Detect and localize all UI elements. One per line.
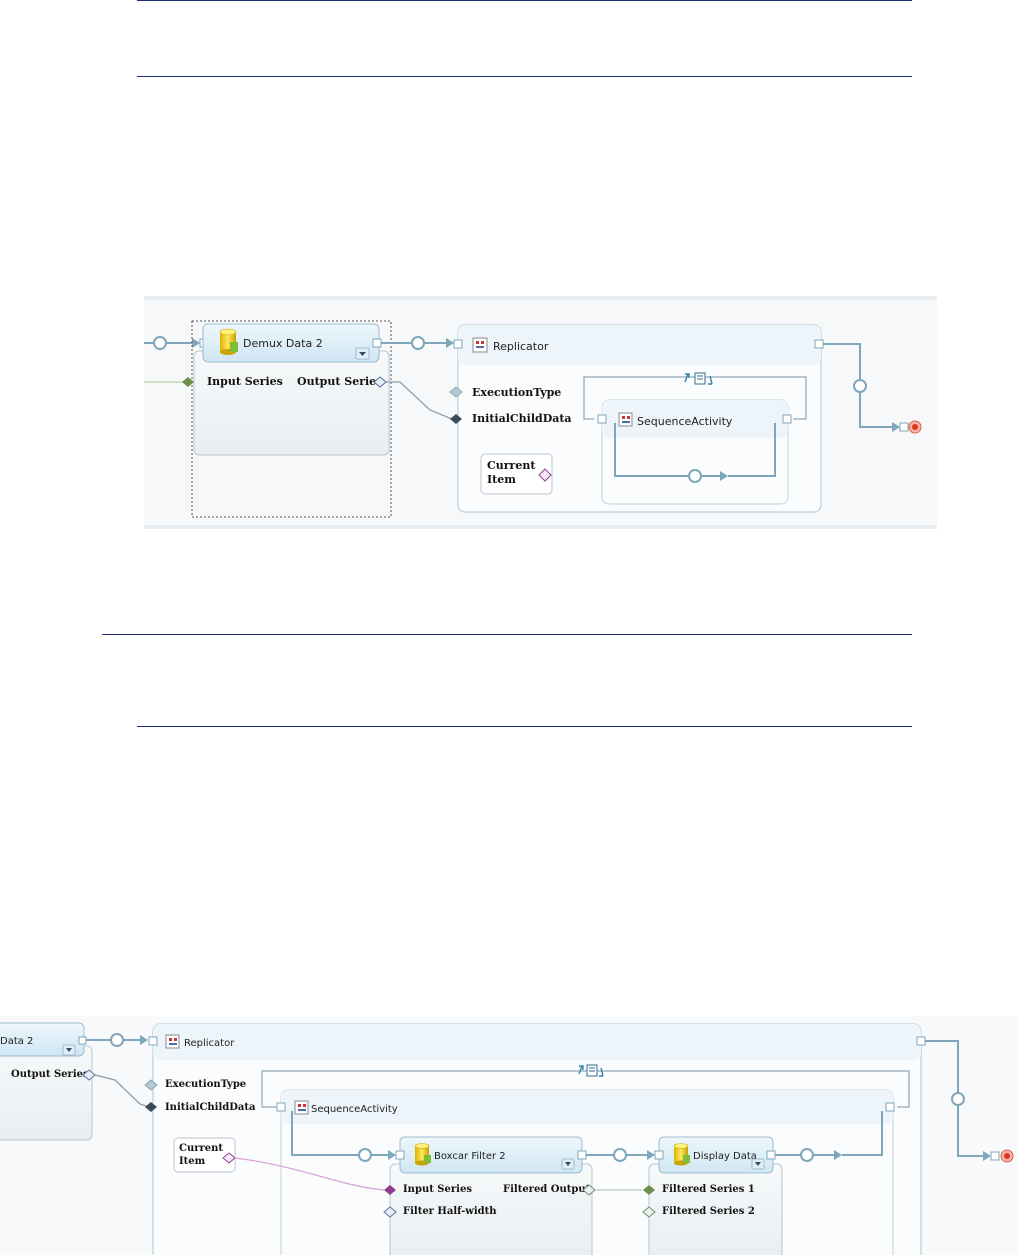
output-port[interactable] bbox=[814, 339, 824, 349]
filter-half-width-label: Filter Half-width bbox=[403, 1206, 497, 1217]
replicator-activity[interactable]: Replicator ExecutionType InitialChildDat… bbox=[449, 324, 824, 513]
execution-type-label: ExecutionType bbox=[165, 1079, 246, 1090]
svg-text:Current: Current bbox=[179, 1143, 223, 1154]
output-port[interactable] bbox=[885, 1102, 895, 1112]
boxcar-filter-activity[interactable]: Boxcar Filter 2 Input Series Filter Half… bbox=[383, 1136, 596, 1255]
demux-data-activity[interactable]: Demux Data 2 Input Series Output Series bbox=[182, 323, 390, 456]
input-series-label: Input Series bbox=[403, 1184, 472, 1195]
filtered-output-label: Filtered Output bbox=[503, 1184, 591, 1195]
input-port[interactable] bbox=[395, 1150, 405, 1160]
sequence-activity[interactable]: SequenceActivity bbox=[597, 399, 792, 505]
input-port[interactable] bbox=[276, 1102, 286, 1112]
separator-line bbox=[102, 634, 912, 635]
input-port[interactable] bbox=[654, 1150, 664, 1160]
replicator-icon bbox=[165, 1034, 180, 1049]
input-series-label: Input Series bbox=[207, 375, 283, 388]
current-item-variable[interactable]: Current Item bbox=[173, 1137, 236, 1173]
output-port[interactable] bbox=[916, 1036, 926, 1046]
workflow-designer-1[interactable]: Demux Data 2 Input Series Output Series … bbox=[144, 296, 937, 529]
end-node-icon bbox=[908, 420, 922, 434]
replicator-icon bbox=[472, 337, 488, 353]
input-port[interactable] bbox=[453, 339, 463, 349]
separator-line bbox=[137, 726, 912, 727]
output-port[interactable] bbox=[782, 414, 792, 424]
replicator-activity[interactable]: Replicator ExecutionType InitialChildDat… bbox=[144, 1023, 926, 1255]
execution-type-label: ExecutionType bbox=[472, 386, 561, 399]
database-icon bbox=[673, 1143, 690, 1166]
output-series-label: Output Series bbox=[297, 375, 382, 388]
sequence-activity[interactable]: SequenceActivity Boxcar Filter 2 Input S… bbox=[234, 1089, 895, 1255]
filtered-series-1-label: Filtered Series 1 bbox=[662, 1184, 755, 1195]
chevron-down-icon[interactable] bbox=[355, 347, 370, 360]
chevron-down-icon[interactable] bbox=[751, 1158, 765, 1170]
activity-title: Replicator bbox=[493, 340, 549, 353]
database-icon bbox=[414, 1143, 431, 1166]
output-port[interactable] bbox=[577, 1150, 587, 1160]
input-port[interactable] bbox=[597, 414, 607, 424]
svg-text:Item: Item bbox=[179, 1156, 206, 1167]
input-port[interactable] bbox=[148, 1036, 158, 1046]
output-series-label: Output Series bbox=[11, 1069, 89, 1080]
current-item-variable[interactable]: Current Item bbox=[480, 453, 553, 495]
chevron-down-icon[interactable] bbox=[62, 1044, 76, 1056]
database-icon bbox=[219, 328, 238, 355]
initial-child-data-label: InitialChildData bbox=[165, 1102, 256, 1113]
initial-child-data-label: InitialChildData bbox=[472, 412, 572, 425]
activity-title: Demux Data 2 bbox=[243, 337, 323, 350]
demux-data-activity[interactable]: Data 2 Output Series bbox=[0, 1022, 96, 1141]
sequence-icon bbox=[618, 412, 633, 427]
activity-title: SequenceActivity bbox=[637, 415, 733, 428]
end-node-icon bbox=[1000, 1149, 1014, 1163]
activity-title: Display Data bbox=[693, 1151, 757, 1162]
output-port[interactable] bbox=[372, 338, 382, 348]
activity-title: Replicator bbox=[184, 1038, 235, 1049]
filtered-series-2-label: Filtered Series 2 bbox=[662, 1206, 755, 1217]
svg-text:Item: Item bbox=[487, 473, 516, 486]
sequence-icon bbox=[294, 1100, 309, 1115]
chevron-down-icon[interactable] bbox=[561, 1158, 575, 1170]
activity-title: Data 2 bbox=[0, 1036, 33, 1047]
separator-line bbox=[137, 0, 912, 1]
display-data-activity[interactable]: Display Data Filtered Series 1 Filtered … bbox=[642, 1136, 783, 1255]
svg-text:Current: Current bbox=[487, 459, 536, 472]
separator-line bbox=[137, 76, 912, 77]
workflow-designer-2[interactable]: Data 2 Output Series Replicator Executio… bbox=[0, 1016, 1018, 1255]
output-port[interactable] bbox=[766, 1150, 776, 1160]
output-port[interactable] bbox=[78, 1036, 87, 1045]
activity-title: SequenceActivity bbox=[311, 1104, 398, 1115]
activity-title: Boxcar Filter 2 bbox=[434, 1151, 506, 1162]
